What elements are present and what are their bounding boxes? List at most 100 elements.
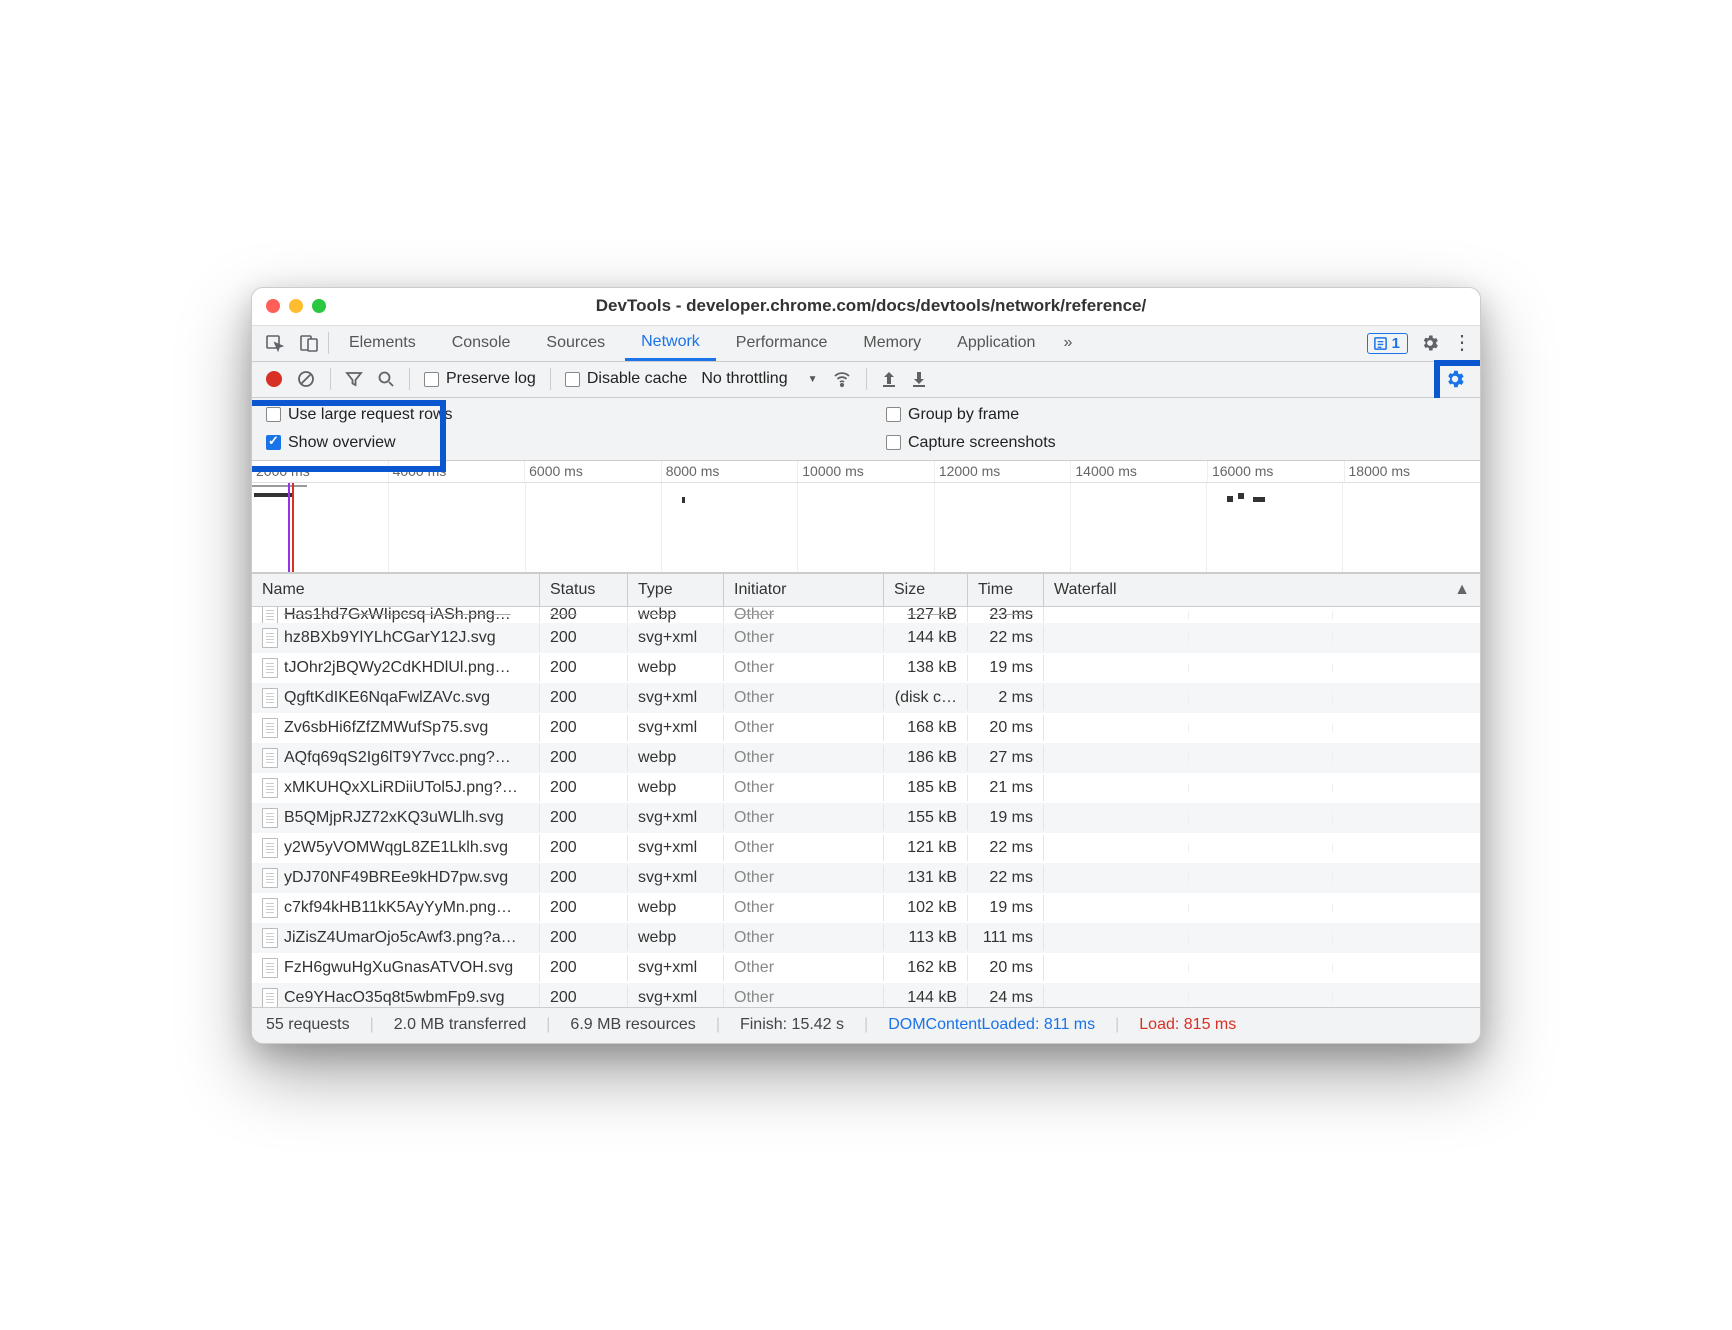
disable-cache-label: Disable cache <box>587 370 688 388</box>
more-menu-icon[interactable]: ⋮ <box>1452 333 1472 353</box>
issues-badge[interactable]: 1 <box>1367 333 1408 354</box>
capture-screenshots-checkbox[interactable]: Capture screenshots <box>886 434 1466 452</box>
device-toggle-icon[interactable] <box>298 332 320 354</box>
load-marker <box>292 483 294 572</box>
timeline-mark <box>1238 493 1244 499</box>
network-settings-gear-icon[interactable] <box>1444 368 1466 390</box>
request-name: Ce9YHacO35q8t5wbmFp9.svg <box>284 989 505 1007</box>
file-icon <box>262 988 278 1007</box>
preserve-log-checkbox[interactable]: Preserve log <box>424 370 536 388</box>
network-conditions-icon[interactable] <box>832 369 852 389</box>
request-type: webp <box>628 745 724 771</box>
request-waterfall <box>1044 664 1480 672</box>
col-size[interactable]: Size <box>884 574 968 606</box>
tab-memory[interactable]: Memory <box>847 326 937 361</box>
table-row[interactable]: Ce9YHacO35q8t5wbmFp9.svg200svg+xmlOther1… <box>252 983 1480 1007</box>
table-row[interactable]: FzH6gwuHgXuGnasATVOH.svg200svg+xmlOther1… <box>252 953 1480 983</box>
request-name: yDJ70NF49BREe9kHD7pw.svg <box>284 869 508 887</box>
col-initiator[interactable]: Initiator <box>724 574 884 606</box>
request-status: 200 <box>540 625 628 651</box>
settings-gear-icon[interactable] <box>1420 333 1440 353</box>
table-row[interactable]: AQfq69qS2Ig6lT9Y7vcc.png?…200webpOther18… <box>252 743 1480 773</box>
table-row[interactable]: yDJ70NF49BREe9kHD7pw.svg200svg+xmlOther1… <box>252 863 1480 893</box>
request-waterfall <box>1044 904 1480 912</box>
table-row[interactable]: B5QMjpRJZ72xKQ3uWLlh.svg200svg+xmlOther1… <box>252 803 1480 833</box>
timeline-mark <box>252 485 307 487</box>
capture-screenshots-label: Capture screenshots <box>908 434 1056 452</box>
table-row[interactable]: QgftKdIKE6NqaFwlZAVc.svg200svg+xmlOther(… <box>252 683 1480 713</box>
request-time: 19 ms <box>968 895 1044 921</box>
request-initiator: Other <box>724 805 884 831</box>
request-size: 102 kB <box>884 895 968 921</box>
request-size: 155 kB <box>884 805 968 831</box>
requests-count: 55 requests <box>266 1016 350 1034</box>
close-window-button[interactable] <box>266 299 280 313</box>
minimize-window-button[interactable] <box>289 299 303 313</box>
table-row[interactable]: Has1hd7GxWIipcsq iASh.png… 200 webp Othe… <box>252 607 1480 623</box>
clear-icon[interactable] <box>296 369 316 389</box>
request-initiator: Other <box>724 925 884 951</box>
table-row[interactable]: JiZisZ4UmarOjo5cAwf3.png?a…200webpOther1… <box>252 923 1480 953</box>
file-icon <box>262 628 278 648</box>
group-by-frame-checkbox[interactable]: Group by frame <box>886 406 1466 424</box>
tab-sources[interactable]: Sources <box>530 326 621 361</box>
request-status: 200 <box>540 985 628 1007</box>
tab-elements[interactable]: Elements <box>333 326 432 361</box>
file-icon <box>262 958 278 978</box>
search-icon[interactable] <box>377 370 395 388</box>
request-size: 185 kB <box>884 775 968 801</box>
request-waterfall <box>1044 754 1480 762</box>
upload-har-icon[interactable] <box>881 370 897 388</box>
filter-icon[interactable] <box>345 370 363 388</box>
throttling-select[interactable]: No throttling ▼ <box>701 370 817 388</box>
request-status: 200 <box>540 685 628 711</box>
col-type[interactable]: Type <box>628 574 724 606</box>
request-initiator: Other <box>724 775 884 801</box>
request-time: 22 ms <box>968 625 1044 651</box>
request-name: Zv6sbHi6fZfZMWufSp75.svg <box>284 719 488 737</box>
tick-label: 12000 ms <box>934 461 1071 482</box>
table-row[interactable]: hz8BXb9YlYLhCGarY12J.svg200svg+xmlOther1… <box>252 623 1480 653</box>
request-size: 162 kB <box>884 955 968 981</box>
tabs-overflow[interactable]: » <box>1055 326 1080 361</box>
table-row[interactable]: y2W5yVOMWqgL8ZE1Lklh.svg200svg+xmlOther1… <box>252 833 1480 863</box>
load-time: Load: 815 ms <box>1139 1016 1236 1034</box>
tab-performance[interactable]: Performance <box>720 326 844 361</box>
request-waterfall <box>1044 724 1480 732</box>
col-time[interactable]: Time <box>968 574 1044 606</box>
disable-cache-checkbox[interactable]: Disable cache <box>565 370 688 388</box>
timeline-overview[interactable] <box>252 483 1480 573</box>
maximize-window-button[interactable] <box>312 299 326 313</box>
request-waterfall <box>1044 814 1480 822</box>
request-initiator: Other <box>724 865 884 891</box>
download-har-icon[interactable] <box>911 370 927 388</box>
record-button[interactable] <box>266 371 282 387</box>
col-name[interactable]: Name <box>252 574 540 606</box>
large-rows-checkbox[interactable]: Use large request rows <box>266 406 846 424</box>
request-status: 200 <box>540 715 628 741</box>
issues-count: 1 <box>1392 335 1400 352</box>
col-status[interactable]: Status <box>540 574 628 606</box>
show-overview-checkbox[interactable]: Show overview <box>266 434 846 452</box>
request-status: 200 <box>540 745 628 771</box>
dropdown-arrow-icon: ▼ <box>808 374 818 385</box>
request-size: 168 kB <box>884 715 968 741</box>
table-row[interactable]: c7kf94kHB11kK5AyYyMn.png…200webpOther102… <box>252 893 1480 923</box>
request-status: 200 <box>540 925 628 951</box>
table-row[interactable]: xMKUHQxXLiRDiiUTol5J.png?…200webpOther18… <box>252 773 1480 803</box>
table-row[interactable]: tJOhr2jBQWy2CdKHDlUl.png…200webpOther138… <box>252 653 1480 683</box>
inspect-icon[interactable] <box>264 332 286 354</box>
tick-label: 4000 ms <box>388 461 525 482</box>
tab-application[interactable]: Application <box>941 326 1051 361</box>
group-by-frame-label: Group by frame <box>908 406 1019 424</box>
request-status: 200 <box>540 775 628 801</box>
tick-label: 14000 ms <box>1070 461 1207 482</box>
request-type: webp <box>628 895 724 921</box>
request-name: AQfq69qS2Ig6lT9Y7vcc.png?… <box>284 749 511 767</box>
timeline-ruler[interactable]: 2000 ms 4000 ms 6000 ms 8000 ms 10000 ms… <box>252 461 1480 483</box>
issues-icon <box>1373 336 1388 351</box>
tab-network[interactable]: Network <box>625 326 716 361</box>
col-waterfall[interactable]: Waterfall ▲ <box>1044 574 1480 606</box>
table-row[interactable]: Zv6sbHi6fZfZMWufSp75.svg200svg+xmlOther1… <box>252 713 1480 743</box>
tab-console[interactable]: Console <box>436 326 527 361</box>
